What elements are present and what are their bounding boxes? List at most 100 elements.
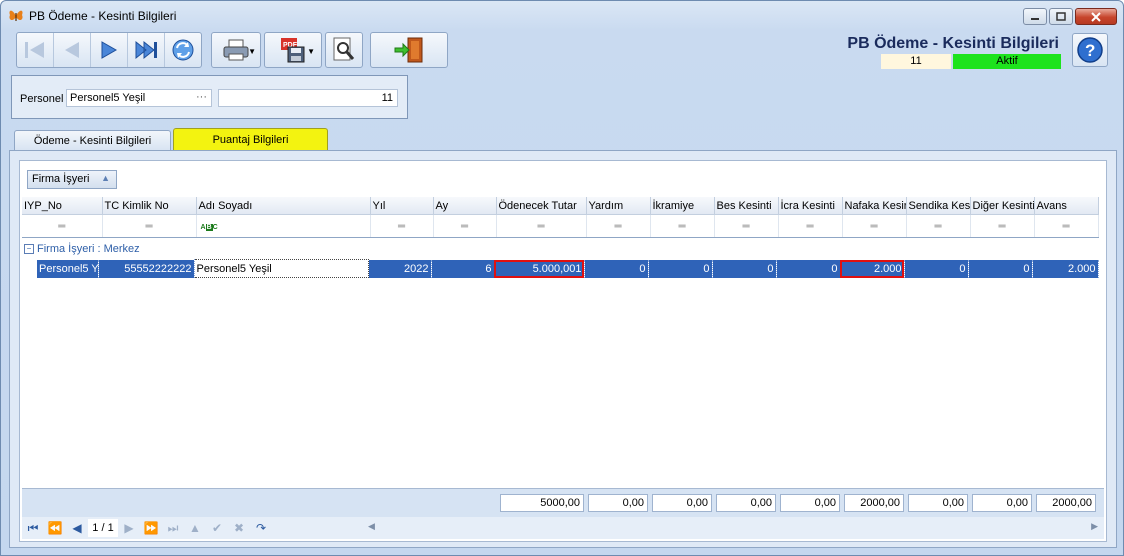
help-icon: ? bbox=[1077, 37, 1103, 63]
col-header-diger[interactable]: Diğer Kesinti bbox=[970, 197, 1035, 215]
cell-avans[interactable]: 2.000 bbox=[1032, 259, 1099, 278]
maximize-button[interactable] bbox=[1049, 8, 1073, 25]
col-header-tc[interactable]: TC Kimlik No bbox=[102, 197, 197, 215]
nav-prev-page-icon[interactable]: ⏪ bbox=[44, 519, 66, 537]
cell-bes[interactable]: 0 bbox=[712, 259, 777, 278]
group-by-button[interactable]: Firma İşyeri ▲ bbox=[27, 170, 117, 189]
col-header-ikramiye[interactable]: İkramiye bbox=[650, 197, 715, 215]
first-record-button[interactable] bbox=[17, 33, 53, 67]
toolbar: ▼ PDF ▼ bbox=[16, 32, 448, 70]
nav-post-icon[interactable]: ✔ bbox=[206, 519, 228, 537]
cell-name[interactable]: Personel5 Yeşil bbox=[193, 259, 369, 278]
filter-cell[interactable]: ═ bbox=[22, 214, 103, 238]
tab-puantaj[interactable]: Puantaj Bilgileri bbox=[173, 128, 328, 151]
pdf-save-icon: PDF bbox=[281, 38, 305, 63]
cell-ay[interactable]: 6 bbox=[431, 259, 495, 278]
col-header-nafaka[interactable]: Nafaka Kesir bbox=[842, 197, 907, 215]
first-record-icon bbox=[25, 42, 44, 58]
table-row[interactable]: Personel5 Ye 55552222222 Personel5 Yeşil… bbox=[37, 259, 1099, 278]
help-button[interactable]: ? bbox=[1072, 33, 1108, 67]
cell-diger[interactable]: 0 bbox=[968, 259, 1033, 278]
cell-sendika[interactable]: 0 bbox=[904, 259, 969, 278]
nav-refresh-icon[interactable]: ↷ bbox=[250, 519, 272, 537]
col-header-icra[interactable]: İcra Kesinti bbox=[778, 197, 843, 215]
group-row[interactable]: − Firma İşyeri : Merkez bbox=[24, 243, 140, 255]
personel-number-field[interactable]: 11 bbox=[218, 89, 398, 107]
filter-cell[interactable]: ═ bbox=[650, 214, 715, 238]
cell-tc[interactable]: 55552222222 bbox=[98, 259, 195, 278]
status-badge: Aktif bbox=[953, 54, 1061, 69]
nav-next-page-icon[interactable]: ⏩ bbox=[140, 519, 162, 537]
prev-record-button[interactable] bbox=[53, 33, 90, 67]
butterfly-icon bbox=[9, 10, 23, 21]
filter-cell[interactable]: ═ bbox=[496, 214, 587, 238]
window-title: PB Ödeme - Kesinti Bilgileri bbox=[29, 9, 177, 23]
cell-icra[interactable]: 0 bbox=[776, 259, 841, 278]
filter-cell[interactable]: ═ bbox=[1034, 214, 1099, 238]
filter-cell[interactable]: ═ bbox=[778, 214, 843, 238]
horizontal-scrollbar[interactable]: ◀ ▶ bbox=[368, 521, 1098, 535]
print-button[interactable]: ▼ bbox=[212, 33, 260, 67]
last-record-icon bbox=[135, 40, 157, 60]
filter-cell[interactable]: ═ bbox=[906, 214, 971, 238]
total-icra: 0,00 bbox=[780, 494, 840, 512]
svg-text:?: ? bbox=[1085, 41, 1095, 60]
minimize-button[interactable] bbox=[1023, 8, 1047, 25]
filter-cell[interactable]: ═ bbox=[433, 214, 497, 238]
data-grid: Firma İşyeri ▲ IYP_No TC Kimlik No Adı S… bbox=[19, 160, 1107, 542]
filter-cell[interactable]: ═ bbox=[102, 214, 197, 238]
col-header-odenecek[interactable]: Ödenecek Tutar bbox=[496, 197, 587, 215]
search-tool-button[interactable] bbox=[326, 33, 362, 67]
nav-insert-icon[interactable]: ▲ bbox=[184, 519, 206, 537]
filter-cell[interactable]: ═ bbox=[970, 214, 1035, 238]
next-record-button[interactable] bbox=[90, 33, 127, 67]
col-header-avans[interactable]: Avans bbox=[1034, 197, 1099, 215]
maximize-icon bbox=[1056, 12, 1066, 21]
scroll-left-icon[interactable]: ◀ bbox=[368, 521, 375, 532]
collapse-icon[interactable]: − bbox=[24, 244, 34, 255]
next-record-icon bbox=[101, 41, 118, 59]
grid-footer-totals: 5000,00 0,00 0,00 0,00 0,00 2000,00 0,00… bbox=[22, 488, 1104, 517]
minimize-icon bbox=[1031, 17, 1039, 20]
cell-yil[interactable]: 2022 bbox=[368, 259, 432, 278]
filter-cell[interactable]: ═ bbox=[842, 214, 907, 238]
personel-lookup-field[interactable]: Personel5 Yeşil ··· bbox=[66, 89, 212, 107]
print-group: ▼ bbox=[211, 32, 261, 68]
col-header-name[interactable]: Adı Soyadı bbox=[196, 197, 371, 215]
personel-label: Personel bbox=[20, 93, 64, 105]
close-button[interactable] bbox=[1075, 8, 1117, 25]
tab-odeme-kesinti[interactable]: Ödeme - Kesinti Bilgileri bbox=[14, 130, 171, 151]
col-header-sendika[interactable]: Sendika Kesi bbox=[906, 197, 971, 215]
exit-button[interactable] bbox=[371, 33, 447, 67]
filter-cell[interactable]: ═ bbox=[370, 214, 434, 238]
cell-nafaka[interactable]: 2.000 bbox=[840, 259, 905, 278]
cell-iyp[interactable]: Personel5 Ye bbox=[37, 259, 99, 278]
col-header-bes[interactable]: Bes Kesinti bbox=[714, 197, 779, 215]
cell-ikramiye[interactable]: 0 bbox=[648, 259, 713, 278]
cell-odenecek[interactable]: 5.000,001 bbox=[494, 259, 585, 278]
col-header-iyp[interactable]: IYP_No bbox=[22, 197, 103, 215]
close-icon bbox=[1091, 11, 1101, 22]
filter-cell-text[interactable]: ABC bbox=[196, 214, 371, 238]
nav-prev-icon[interactable]: ◀ bbox=[66, 519, 88, 537]
col-header-yil[interactable]: Yıl bbox=[370, 197, 434, 215]
pdf-save-button[interactable]: PDF ▼ bbox=[265, 33, 321, 67]
nav-first-icon[interactable]: ⏮ bbox=[22, 519, 44, 537]
filter-cell[interactable]: ═ bbox=[714, 214, 779, 238]
tool-group bbox=[325, 32, 363, 68]
col-header-ay[interactable]: Ay bbox=[433, 197, 497, 215]
refresh-button[interactable] bbox=[164, 33, 201, 67]
last-record-button[interactable] bbox=[127, 33, 164, 67]
nav-last-icon[interactable]: ⏭ bbox=[162, 519, 184, 537]
col-header-yardim[interactable]: Yardım bbox=[586, 197, 651, 215]
total-odenecek: 5000,00 bbox=[500, 494, 584, 512]
scroll-right-icon[interactable]: ▶ bbox=[1091, 521, 1098, 532]
cell-yardim[interactable]: 0 bbox=[584, 259, 649, 278]
record-id-badge: 11 bbox=[881, 54, 951, 69]
group-row-label: Firma İşyeri : Merkez bbox=[37, 243, 140, 255]
nav-next-icon[interactable]: ▶ bbox=[118, 519, 140, 537]
personel-panel: Personel Personel5 Yeşil ··· 11 bbox=[11, 75, 408, 119]
filter-cell[interactable]: ═ bbox=[586, 214, 651, 238]
lookup-ellipsis-button[interactable]: ··· bbox=[196, 91, 207, 103]
nav-cancel-icon[interactable]: ✖ bbox=[228, 519, 250, 537]
